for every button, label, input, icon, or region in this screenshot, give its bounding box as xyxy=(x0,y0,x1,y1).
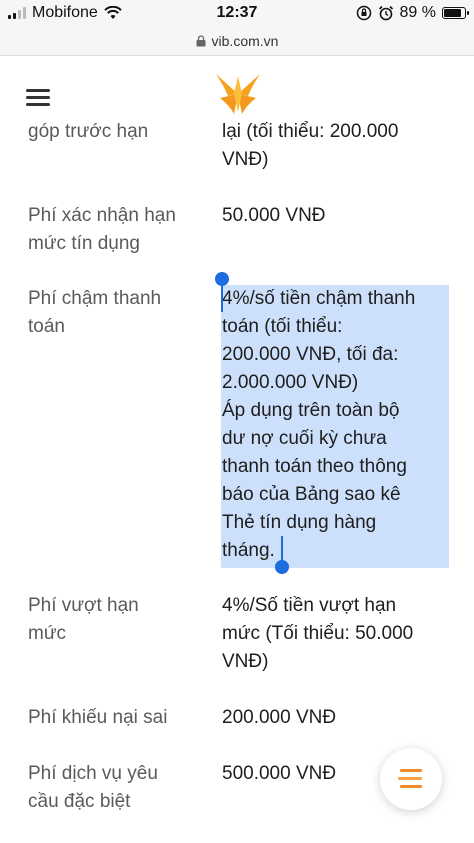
battery-icon xyxy=(442,7,469,19)
fee-name: Phí vượt hạn mức xyxy=(28,595,139,644)
vib-logo[interactable] xyxy=(214,72,262,116)
address-bar[interactable]: vib.com.vn xyxy=(0,26,474,56)
fee-name: Phí chậm thanh toán xyxy=(28,288,162,337)
fee-value: 50.000 VNĐ xyxy=(222,205,326,226)
orientation-lock-icon xyxy=(356,5,371,21)
menu-icon[interactable] xyxy=(26,89,50,107)
fee-name: Phí khiếu nại sai xyxy=(28,707,168,728)
selection-start-line xyxy=(221,282,223,312)
selection-start-handle[interactable] xyxy=(215,272,229,286)
battery-percent: 89 % xyxy=(399,4,436,21)
table-of-contents-button[interactable] xyxy=(380,748,442,810)
status-bar: Mobifone 12:37 89 % xyxy=(0,0,474,26)
url-text: vib.com.vn xyxy=(211,32,279,49)
list-icon xyxy=(400,769,422,772)
alarm-icon xyxy=(378,5,393,21)
fee-value: lại (tối thiểu: 200.000 VNĐ) xyxy=(222,121,399,170)
fee-name: Phí xác nhận hạn mức tín dụng xyxy=(28,205,176,254)
status-right: 89 % xyxy=(356,4,469,22)
list-icon-bar xyxy=(398,777,422,780)
lock-icon xyxy=(196,34,206,46)
fee-value-selected-text[interactable]: 4%/số tiền chậm thanh toán (tối thiểu: 2… xyxy=(221,285,449,568)
fee-table: góp trước hạn lại (tối thiểu: 200.000 VN… xyxy=(0,118,474,843)
fee-value: 4%/Số tiền vượt hạn mức (Tối thiểu: 50.0… xyxy=(222,595,414,672)
fee-name: góp trước hạn xyxy=(28,121,149,142)
fee-value: 200.000 VNĐ xyxy=(222,707,337,728)
list-icon-bar xyxy=(400,785,422,788)
selection-end-handle[interactable] xyxy=(275,560,289,574)
fee-name: Phí dịch vụ yêu cầu đặc biệt xyxy=(28,763,158,812)
